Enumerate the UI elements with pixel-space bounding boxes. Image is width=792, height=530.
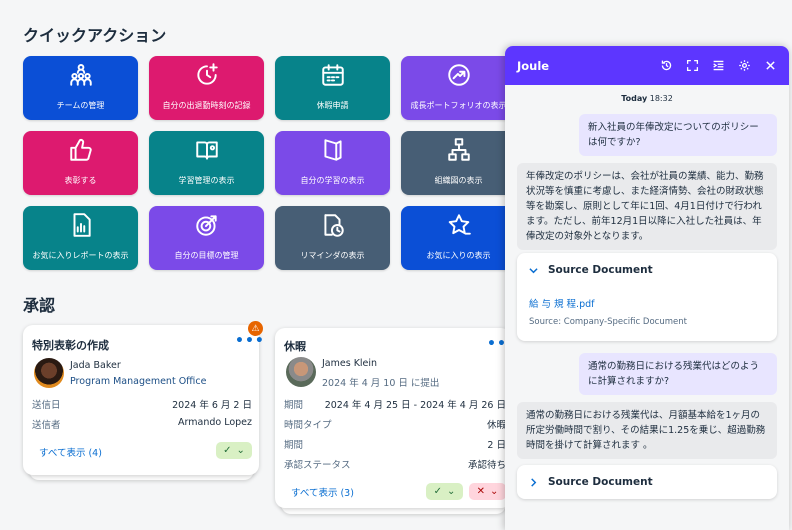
joule-header: Joule [505, 46, 789, 85]
detail-row: 承認ステータス 承認待ち [284, 460, 506, 471]
source-document-toggle[interactable]: Source Document [529, 264, 653, 276]
joule-panel: Joule Today 18:32 新入社員の年俸改定についてのポリシーは何です… [505, 46, 789, 530]
avatar [286, 357, 316, 387]
clock-add-icon [194, 62, 220, 100]
detail-row: 期間 2024 年 4 月 25 日 - 2024 年 4 月 26 日 [284, 400, 506, 411]
calendar-icon [320, 62, 346, 100]
org-chart-icon [446, 137, 472, 175]
learning-book-icon [194, 137, 220, 175]
view-all-link[interactable]: すべて表示 (3) [291, 485, 354, 499]
detail-row: 送信者 Armando Lopez [32, 417, 252, 431]
quick-action-label: 学習管理の表示 [178, 176, 235, 185]
quick-action-tile[interactable]: 自分の目標の管理 [149, 206, 264, 270]
detail-row: 時間タイプ 休暇 [284, 420, 506, 431]
approve-button[interactable]: ✓ ⌄ [216, 442, 252, 459]
detail-row: 期間 2 日 [284, 440, 506, 451]
detail-row: 送信日 2024 年 6 月 2 日 [32, 400, 252, 411]
report-icon [68, 212, 94, 250]
check-icon: ✓ [223, 445, 232, 456]
quick-action-label: チームの管理 [56, 101, 105, 110]
card-title: 休暇 [284, 340, 306, 353]
source-label: Source: Company-Specific Document [529, 317, 687, 327]
thumbs-up-icon [68, 137, 94, 175]
open-book-icon [320, 137, 346, 175]
submitted-date: 2024 年 4 月 10 日 に提出 [322, 378, 440, 389]
quick-action-label: 休暇申請 [316, 101, 349, 110]
view-all-link[interactable]: すべて表示 (4) [39, 445, 102, 459]
quick-action-tile[interactable]: お気に入りの表示 [401, 206, 516, 270]
quick-action-tile[interactable]: チームの管理 [23, 56, 138, 120]
chevron-right-icon [531, 477, 537, 487]
favorite-star-icon [446, 212, 472, 250]
source-document-panel: Source Document 給 与 規 程.pdf Source: Comp… [517, 253, 777, 341]
more-options-icon[interactable]: ••• [235, 333, 265, 349]
person-name: Jada Baker [70, 360, 121, 371]
quick-action-label: 自分の出退勤時刻の記録 [162, 101, 251, 110]
chevron-down-icon [529, 267, 538, 273]
target-icon [194, 212, 220, 250]
quick-action-tile[interactable]: 自分の学習の表示 [275, 131, 390, 195]
approve-button[interactable]: ✓ ⌄ [426, 483, 463, 500]
reject-button[interactable]: ✕ ⌄ [469, 483, 506, 500]
quick-action-label: お気に入りレポートの表示 [32, 251, 129, 260]
person-name: James Klein [322, 358, 378, 369]
approval-card-recognition[interactable]: 特別表彰の作成 ••• Jada Baker Program Managemen… [23, 325, 264, 475]
joule-answer: 通常の勤務日における残業代は、月額基本給を1ヶ月の所定労働時間で割り、その結果に… [517, 402, 777, 459]
person-department: Program Management Office [70, 376, 207, 387]
history-icon[interactable] [659, 59, 673, 73]
approval-card-leave[interactable]: 休暇 ••• James Klein 2024 年 4 月 10 日 に提出 期… [275, 328, 516, 508]
joule-answer: 年俸改定のポリシーは、会社が社員の業績、能力、勤務状況等を慎重に考慮し、また経済… [517, 163, 777, 250]
avatar [34, 358, 64, 388]
card-title: 特別表彰の作成 [32, 339, 109, 352]
joule-title: Joule [517, 58, 550, 73]
source-document-panel: Source Document [517, 465, 777, 499]
quick-action-tile[interactable]: 学習管理の表示 [149, 131, 264, 195]
close-icon: ✕ [476, 486, 485, 497]
quick-action-label: 組織図の表示 [434, 176, 483, 185]
quick-actions-title: クイックアクション [23, 26, 167, 45]
quick-action-label: 自分の目標の管理 [174, 251, 239, 260]
approvals-title: 承認 [23, 296, 56, 315]
source-document-toggle[interactable]: Source Document [529, 476, 653, 488]
quick-action-tile[interactable]: 組織図の表示 [401, 131, 516, 195]
team-icon [68, 62, 94, 100]
warning-icon: ⚠ [248, 321, 263, 336]
source-file-link[interactable]: 給 与 規 程.pdf [529, 296, 594, 310]
chevron-down-icon: ⌄ [236, 445, 245, 456]
quick-action-tile[interactable]: 表彰する [23, 131, 138, 195]
quick-action-label: リマインダの表示 [300, 251, 365, 260]
quick-action-label: 自分の学習の表示 [300, 176, 365, 185]
close-icon[interactable] [763, 59, 777, 73]
reminder-icon [320, 212, 346, 250]
collapse-sidebar-icon[interactable] [711, 59, 725, 73]
message-timestamp: Today 18:32 [621, 94, 673, 103]
quick-action-label: お気に入りの表示 [426, 251, 491, 260]
quick-action-tile[interactable]: お気に入りレポートの表示 [23, 206, 138, 270]
quick-action-label: 成長ポートフォリオの表示 [410, 101, 507, 110]
quick-action-label: 表彰する [64, 176, 97, 185]
growth-chart-icon [446, 62, 472, 100]
user-message: 通常の勤務日における残業代はどのように計算されますか? [579, 353, 777, 395]
chevron-down-icon: ⌄ [490, 486, 499, 497]
expand-icon[interactable] [685, 59, 699, 73]
quick-action-tile[interactable]: 自分の出退勤時刻の記録 [149, 56, 264, 120]
settings-gear-icon[interactable] [737, 59, 751, 73]
quick-action-tile[interactable]: リマインダの表示 [275, 206, 390, 270]
chevron-down-icon: ⌄ [447, 486, 456, 497]
user-message: 新入社員の年俸改定についてのポリシーは何ですか? [579, 114, 777, 156]
check-icon: ✓ [433, 486, 442, 497]
quick-action-tile[interactable]: 成長ポートフォリオの表示 [401, 56, 516, 120]
quick-action-tile[interactable]: 休暇申請 [275, 56, 390, 120]
